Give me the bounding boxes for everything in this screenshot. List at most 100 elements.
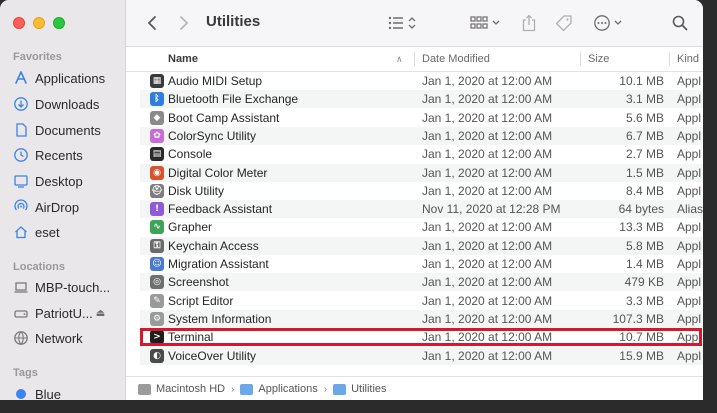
share-button[interactable] — [520, 12, 538, 34]
app-icon: ▦ — [150, 74, 164, 88]
zoom-window-button[interactable] — [53, 17, 65, 29]
app-icon: ⚿ — [150, 238, 164, 253]
file-row[interactable]: ✎ Script Editor Jan 1, 2020 at 12:00 AM 3.3… — [140, 292, 703, 310]
file-size: 479 KB — [624, 275, 664, 290]
file-row[interactable]: ▦ Audio MIDI Setup Jan 1, 2020 at 12:00 AM… — [140, 72, 703, 90]
column-header-kind[interactable]: Kind — [677, 47, 699, 71]
file-size: 2.7 MB — [625, 147, 664, 162]
column-divider[interactable] — [580, 52, 581, 66]
chevron-right-icon: › — [323, 383, 328, 395]
minimize-window-button[interactable] — [33, 17, 45, 29]
app-icon: ◐ — [150, 348, 164, 363]
sidebar-item-label: Downloads — [35, 96, 100, 112]
toolbar: Utilities — [126, 0, 703, 47]
column-header-size[interactable]: Size — [588, 47, 609, 71]
finder-window: Favorites Applications Downloads Documen… — [0, 0, 703, 400]
app-icon: ⚙ — [150, 311, 164, 326]
sidebar-item-label: Network — [35, 330, 83, 346]
file-size: 3.1 MB — [625, 92, 664, 107]
sidebar: Favorites Applications Downloads Documen… — [0, 0, 126, 400]
column-header-name[interactable]: Name — [168, 47, 198, 71]
sidebar-item-downloads[interactable]: Downloads — [13, 94, 125, 114]
sidebar-item-recents[interactable]: Recents — [13, 145, 125, 165]
file-size: 5.8 MB — [625, 238, 664, 253]
file-size: 6.7 MB — [625, 128, 664, 143]
sidebar-section-favorites: Favorites — [13, 51, 62, 63]
file-size: 3.3 MB — [625, 293, 664, 308]
file-row[interactable]: ✿ ColorSync Utility Jan 1, 2020 at 12:00 A… — [140, 126, 703, 145]
app-icon: ☺ — [150, 257, 164, 271]
app-icon: ᛒ — [150, 92, 164, 107]
file-row[interactable]: ⚙ System Information Jan 1, 2020 at 12:00 … — [140, 309, 703, 328]
file-row[interactable]: ◆ Boot Camp Assistant Jan 1, 2020 at 12:00… — [140, 109, 703, 127]
file-kind: Appl — [677, 110, 702, 125]
action-menu-button[interactable] — [592, 12, 626, 34]
file-row[interactable]: ∿ Grapher Jan 1, 2020 at 12:00 AM 13.3 MB Ap… — [140, 218, 703, 236]
file-row[interactable]: ◐ VoiceOver Utility Jan 1, 2020 at 12:00 A… — [140, 346, 703, 365]
file-name: Feedback Assistant — [168, 202, 273, 217]
sidebar-item-eset[interactable]: eset — [13, 222, 125, 242]
file-row[interactable]: ᛒ Bluetooth File Exchange Jan 1, 2020 at 1… — [140, 90, 703, 109]
file-kind: Alias — [677, 202, 703, 217]
file-row[interactable]: > Terminal Jan 1, 2020 at 12:00 AM 10.7 MB A… — [140, 328, 703, 347]
sidebar-item-desktop[interactable]: Desktop — [13, 171, 125, 191]
file-kind: Appl — [677, 238, 702, 253]
sidebar-item-airdrop[interactable]: AirDrop — [13, 197, 125, 217]
file-row[interactable]: ⛑ Disk Utility Jan 1, 2020 at 12:00 AM 8.4 … — [140, 182, 703, 200]
sidebar-item-mbp[interactable]: MBP-touch... — [13, 277, 125, 297]
sidebar-item-network[interactable]: Network — [13, 328, 125, 348]
file-row[interactable]: ▤ Console Jan 1, 2020 at 12:00 AM 2.7 MB App… — [140, 145, 703, 163]
file-size: 64 bytes — [618, 202, 664, 217]
grid-icon — [470, 15, 502, 31]
sidebar-item-label: Recents — [35, 147, 83, 163]
app-icon: > — [150, 330, 164, 345]
file-row[interactable]: ◉ Digital Color Meter Jan 1, 2020 at 12:00… — [140, 163, 703, 182]
column-divider[interactable] — [414, 52, 415, 66]
app-icon: ◉ — [150, 165, 164, 180]
path-segment-macintosh-hd[interactable]: Macintosh HD — [138, 383, 225, 395]
back-button[interactable] — [142, 12, 162, 34]
file-size: 10.1 MB — [619, 74, 664, 88]
app-icon: ✎ — [150, 293, 164, 308]
window-title: Utilities — [206, 13, 261, 30]
path-segment-applications[interactable]: Applications — [240, 383, 318, 395]
file-row[interactable]: ! Feedback Assistant Nov 11, 2020 at 12:28… — [140, 200, 703, 219]
file-name: Terminal — [168, 330, 214, 345]
file-kind: Appl — [677, 220, 702, 235]
file-size: 107.3 MB — [612, 311, 664, 326]
column-divider[interactable] — [669, 52, 670, 66]
desktop-icon — [13, 173, 29, 189]
column-header-date-modified[interactable]: Date Modified — [422, 47, 490, 71]
path-segment-utilities[interactable]: Utilities — [333, 383, 387, 395]
sidebar-item-patriot[interactable]: PatriotU... ⏏ — [13, 303, 125, 323]
sidebar-item-label: MBP-touch... — [35, 279, 111, 295]
sidebar-item-tag-blue[interactable]: Blue — [13, 384, 125, 400]
file-size: 8.4 MB — [625, 183, 664, 198]
file-row[interactable]: ☺ Migration Assistant Jan 1, 2020 at 12:00… — [140, 255, 703, 273]
forward-button[interactable] — [174, 12, 194, 34]
close-window-button[interactable] — [13, 17, 25, 29]
file-kind: Appl — [677, 128, 702, 143]
recents-icon — [13, 147, 29, 163]
app-icon: ! — [150, 202, 164, 217]
group-button[interactable] — [469, 12, 503, 34]
file-name: Migration Assistant — [168, 257, 269, 271]
file-kind: Appl — [677, 330, 702, 345]
chevron-left-icon — [147, 15, 157, 31]
file-kind: Appl — [677, 311, 702, 326]
file-size: 13.3 MB — [619, 220, 664, 235]
file-name: Keychain Access — [168, 238, 259, 253]
file-kind: Appl — [677, 257, 702, 271]
sidebar-item-documents[interactable]: Documents — [13, 120, 125, 140]
search-button[interactable] — [671, 12, 689, 34]
eject-icon[interactable]: ⏏ — [96, 308, 105, 319]
file-row[interactable]: ⚿ Keychain Access Jan 1, 2020 at 12:00 AM 5… — [140, 236, 703, 255]
tags-button[interactable] — [554, 12, 574, 34]
sidebar-item-applications[interactable]: Applications — [13, 68, 125, 88]
file-kind: Appl — [677, 348, 702, 363]
view-options-button[interactable] — [386, 12, 420, 34]
folder-icon — [333, 383, 347, 395]
more-options-icon — [593, 14, 625, 32]
hard-drive-icon — [138, 383, 151, 395]
file-row[interactable]: ◎ Screenshot Jan 1, 2020 at 12:00 AM 479 KB… — [140, 273, 703, 292]
